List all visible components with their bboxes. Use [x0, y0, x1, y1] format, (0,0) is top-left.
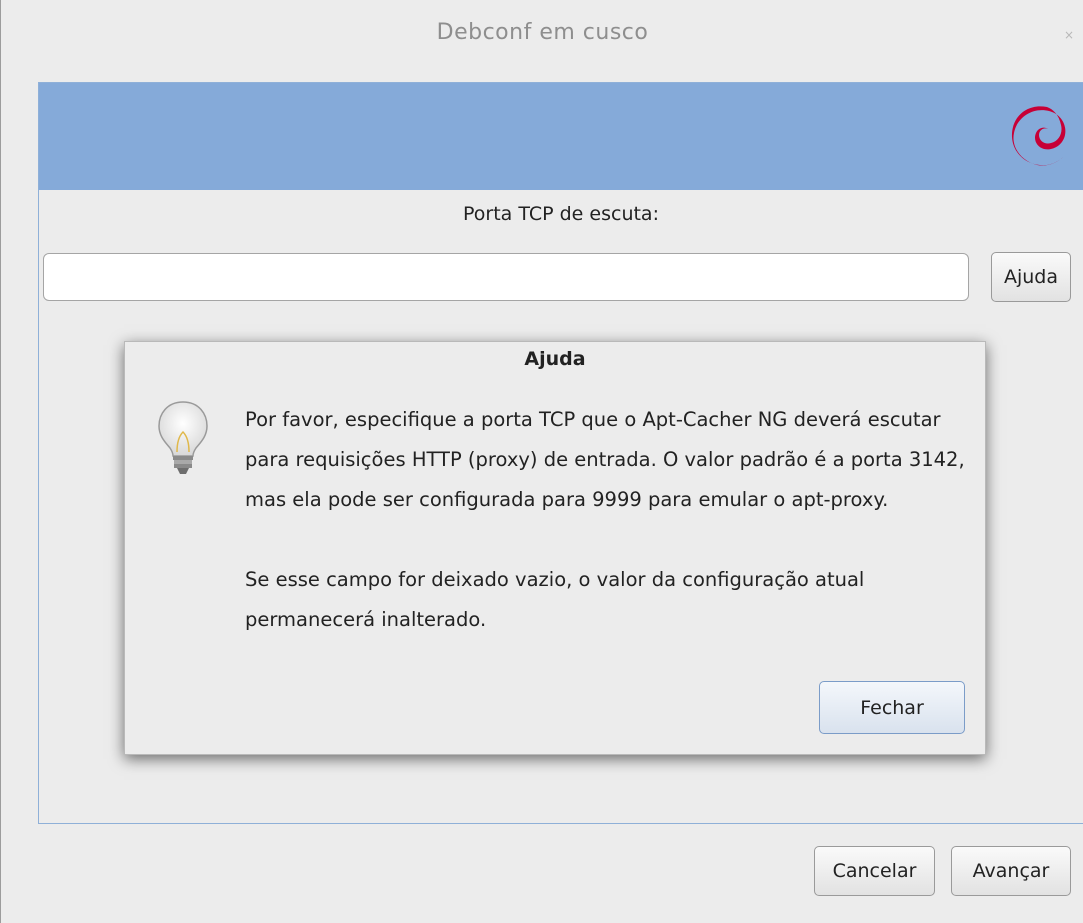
- dialog-title: Ajuda: [524, 348, 586, 370]
- help-paragraph-2: Se esse campo for deixado vazio, o valor…: [245, 568, 865, 631]
- debconf-window: Debconf em cusco × Porta TCP de escuta: …: [0, 0, 1083, 923]
- help-paragraph-1: Por favor, especifique a porta TCP que o…: [245, 408, 965, 511]
- debian-logo-icon: [1011, 106, 1066, 166]
- lightbulb-icon: [158, 401, 208, 474]
- title-bar: Debconf em cusco ×: [1, 0, 1083, 70]
- help-dialog: Ajuda Por favor, especifique a porta TCP…: [124, 341, 986, 755]
- port-input[interactable]: [43, 253, 969, 301]
- close-icon[interactable]: ×: [1064, 28, 1074, 42]
- next-button[interactable]: Avançar: [951, 846, 1071, 896]
- cancel-button[interactable]: Cancelar: [814, 846, 935, 896]
- header-banner: [39, 83, 1083, 190]
- window-title: Debconf em cusco: [436, 20, 649, 45]
- help-button[interactable]: Ajuda: [991, 252, 1071, 302]
- question-label: Porta TCP de escuta:: [463, 203, 659, 225]
- dialog-message: Por favor, especifique a porta TCP que o…: [245, 400, 975, 640]
- close-button[interactable]: Fechar: [819, 681, 965, 734]
